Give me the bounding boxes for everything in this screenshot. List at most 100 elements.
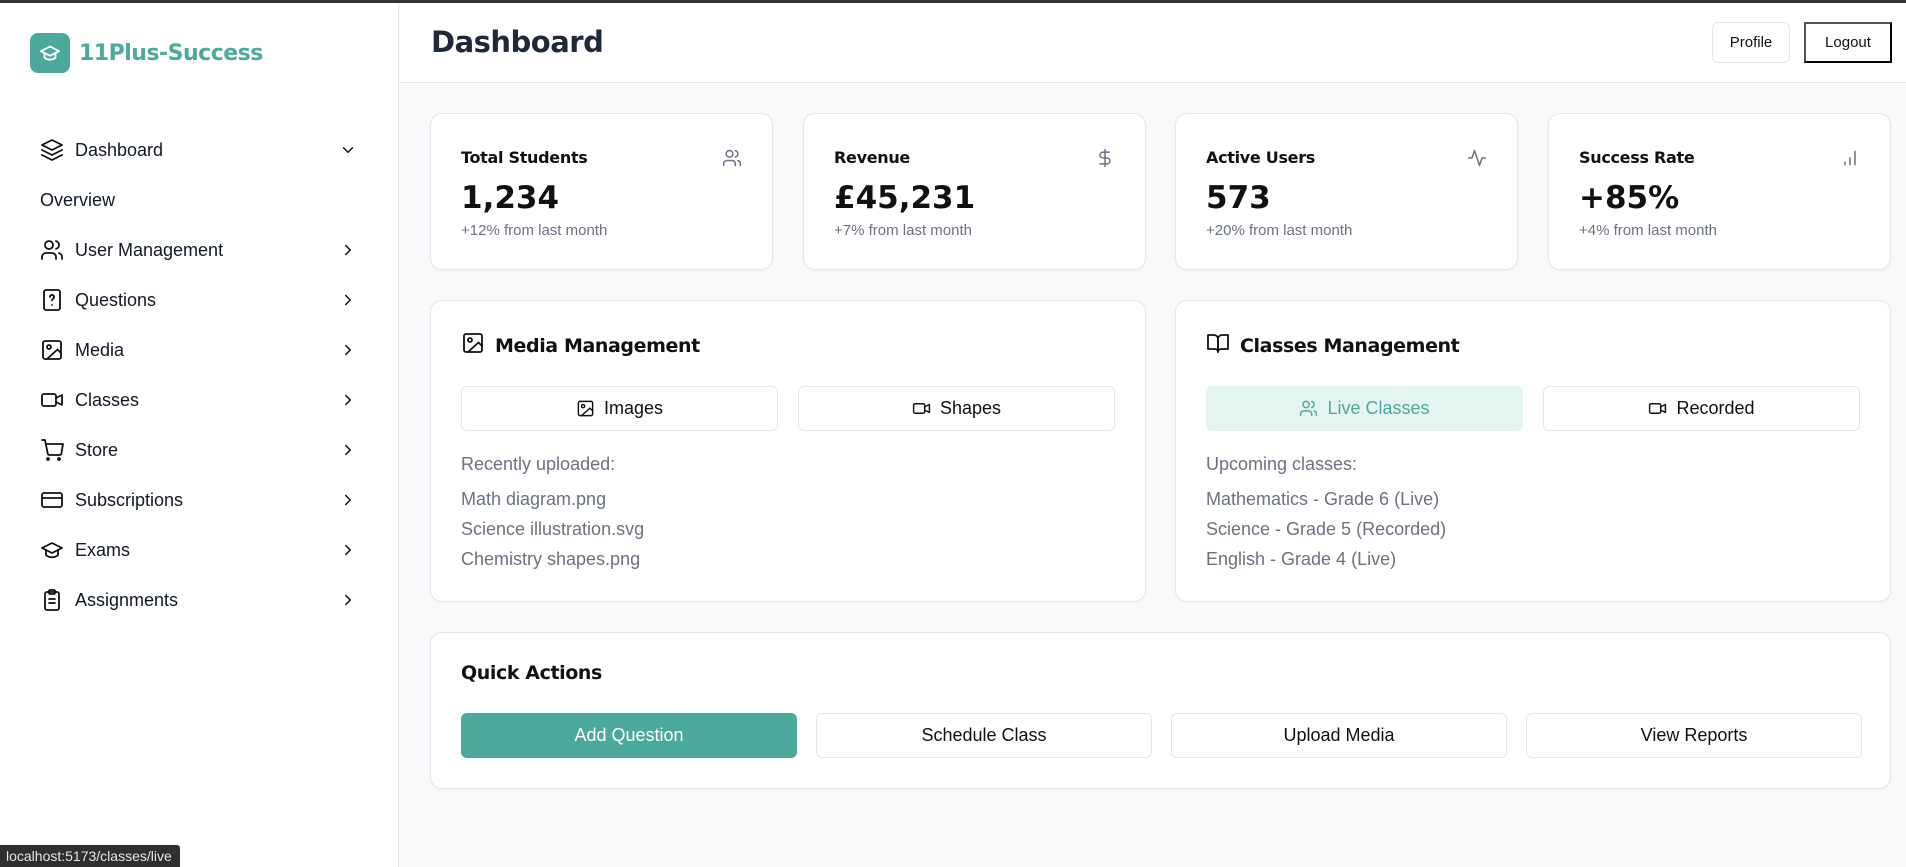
quick-actions-heading: Quick Actions (461, 662, 602, 684)
graduation-cap-icon (40, 538, 64, 562)
users-icon (722, 148, 742, 168)
sidebar-item-store[interactable]: Store (0, 425, 399, 475)
chevron-right-icon (339, 241, 357, 259)
stat-value: +85% (1579, 180, 1680, 216)
shopping-cart-icon (40, 438, 64, 462)
stat-change: +12% from last month (461, 222, 608, 239)
sidebar-item-assignments[interactable]: Assignments (0, 575, 399, 625)
credit-card-icon (40, 488, 64, 512)
chevron-right-icon (339, 291, 357, 309)
quick-actions-card: Quick Actions Add Question Schedule Clas… (430, 632, 1891, 789)
sidebar-item-label: Classes (75, 389, 140, 410)
sidebar-item-user-management[interactable]: User Management (0, 225, 399, 275)
brand-name: 11Plus-Success (79, 40, 263, 66)
list-item[interactable]: Mathematics - Grade 6 (Live) (1206, 488, 1446, 518)
media-management-card: Media Management Images Shapes Recently … (430, 300, 1146, 602)
logout-button[interactable]: Logout (1804, 22, 1892, 63)
stat-value: £45,231 (834, 180, 976, 216)
recent-uploads-list: Math diagram.png Science illustration.sv… (461, 488, 644, 578)
chevron-right-icon (339, 541, 357, 559)
media-management-heading: Media Management (461, 331, 700, 360)
sidebar-item-media[interactable]: Media (0, 325, 399, 375)
upload-media-button[interactable]: Upload Media (1171, 713, 1507, 758)
sidebar-item-label: Dashboard (75, 139, 164, 160)
stat-change: +7% from last month (834, 222, 972, 239)
layers-icon (40, 138, 64, 162)
chevron-right-icon (339, 441, 357, 459)
sidebar-item-label: Subscriptions (75, 489, 184, 510)
classes-management-heading: Classes Management (1206, 331, 1460, 360)
sidebar-item-classes[interactable]: Classes (0, 375, 399, 425)
sidebar-item-label: Assignments (75, 589, 179, 610)
sidebar-item-overview[interactable]: Overview (0, 175, 399, 225)
images-button-label: Images (603, 398, 664, 418)
file-question-icon (40, 288, 64, 312)
section-title: Classes Management (1240, 334, 1460, 357)
section-title: Quick Actions (461, 662, 602, 684)
image-icon (576, 399, 595, 418)
stat-title: Active Users (1206, 148, 1316, 167)
upcoming-classes-heading: Upcoming classes: (1206, 454, 1358, 474)
sidebar-item-label: Exams (75, 539, 131, 560)
chevron-down-icon (339, 141, 357, 159)
sidebar-item-subscriptions[interactable]: Subscriptions (0, 475, 399, 525)
bar-chart-icon (1840, 148, 1860, 168)
stat-card-total-students: Total Students 1,234 +12% from last mont… (430, 113, 773, 270)
image-icon (40, 338, 64, 362)
chevron-right-icon (339, 341, 357, 359)
list-item[interactable]: Chemistry shapes.png (461, 548, 644, 578)
video-icon (912, 399, 931, 418)
images-button[interactable]: Images (461, 386, 778, 431)
chevron-right-icon (339, 591, 357, 609)
recorded-button-label: Recorded (1676, 398, 1755, 418)
stat-change: +20% from last month (1206, 222, 1353, 239)
shapes-button-label: Shapes (939, 398, 1002, 418)
list-item[interactable]: Math diagram.png (461, 488, 644, 518)
recently-uploaded-heading: Recently uploaded: (461, 454, 616, 474)
upcoming-classes-list: Mathematics - Grade 6 (Live) Science - G… (1206, 488, 1446, 578)
sidebar-item-label: User Management (75, 239, 224, 260)
top-header: Dashboard Profile Logout (400, 3, 1906, 83)
classes-management-card: Classes Management Live Classes Recorded… (1175, 300, 1891, 602)
section-title: Media Management (495, 334, 700, 357)
book-open-icon (1206, 331, 1230, 360)
stat-change: +4% from last month (1579, 222, 1717, 239)
list-item[interactable]: Science - Grade 5 (Recorded) (1206, 518, 1446, 548)
profile-button[interactable]: Profile (1712, 22, 1790, 63)
page-title: Dashboard (431, 25, 604, 59)
sidebar-item-label: Questions (75, 289, 157, 310)
live-classes-button-label: Live Classes (1327, 398, 1430, 418)
view-reports-button[interactable]: View Reports (1526, 713, 1862, 758)
stat-card-active-users: Active Users 573 +20% from last month (1175, 113, 1518, 270)
stat-title: Success Rate (1579, 148, 1695, 167)
brand[interactable]: 11Plus-Success (30, 33, 263, 73)
dollar-icon (1095, 148, 1115, 168)
sidebar-item-dashboard[interactable]: Dashboard (0, 125, 399, 175)
recorded-button[interactable]: Recorded (1543, 386, 1860, 431)
stat-value: 1,234 (461, 180, 560, 216)
users-icon (40, 238, 64, 262)
sidebar-item-questions[interactable]: Questions (0, 275, 399, 325)
sidebar: 11Plus-Success Dashboard Overview User M… (0, 3, 399, 867)
sidebar-item-exams[interactable]: Exams (0, 525, 399, 575)
schedule-class-button[interactable]: Schedule Class (816, 713, 1152, 758)
stat-card-success-rate: Success Rate +85% +4% from last month (1548, 113, 1891, 270)
sidebar-nav: Dashboard Overview User Management Quest… (0, 125, 399, 625)
video-icon (1648, 399, 1667, 418)
list-item[interactable]: Science illustration.svg (461, 518, 644, 548)
add-question-button[interactable]: Add Question (461, 713, 797, 758)
sidebar-item-label: Media (75, 339, 125, 360)
video-icon (40, 388, 64, 412)
stat-title: Revenue (834, 148, 910, 167)
stat-card-revenue: Revenue £45,231 +7% from last month (803, 113, 1146, 270)
graduation-cap-icon (30, 33, 70, 73)
image-icon (461, 331, 485, 360)
shapes-button[interactable]: Shapes (798, 386, 1115, 431)
sidebar-item-label: Store (75, 439, 119, 460)
stat-value: 573 (1206, 180, 1271, 216)
live-classes-button[interactable]: Live Classes (1206, 386, 1523, 431)
users-icon (1299, 399, 1318, 418)
clipboard-icon (40, 588, 64, 612)
chevron-right-icon (339, 391, 357, 409)
list-item[interactable]: English - Grade 4 (Live) (1206, 548, 1446, 578)
